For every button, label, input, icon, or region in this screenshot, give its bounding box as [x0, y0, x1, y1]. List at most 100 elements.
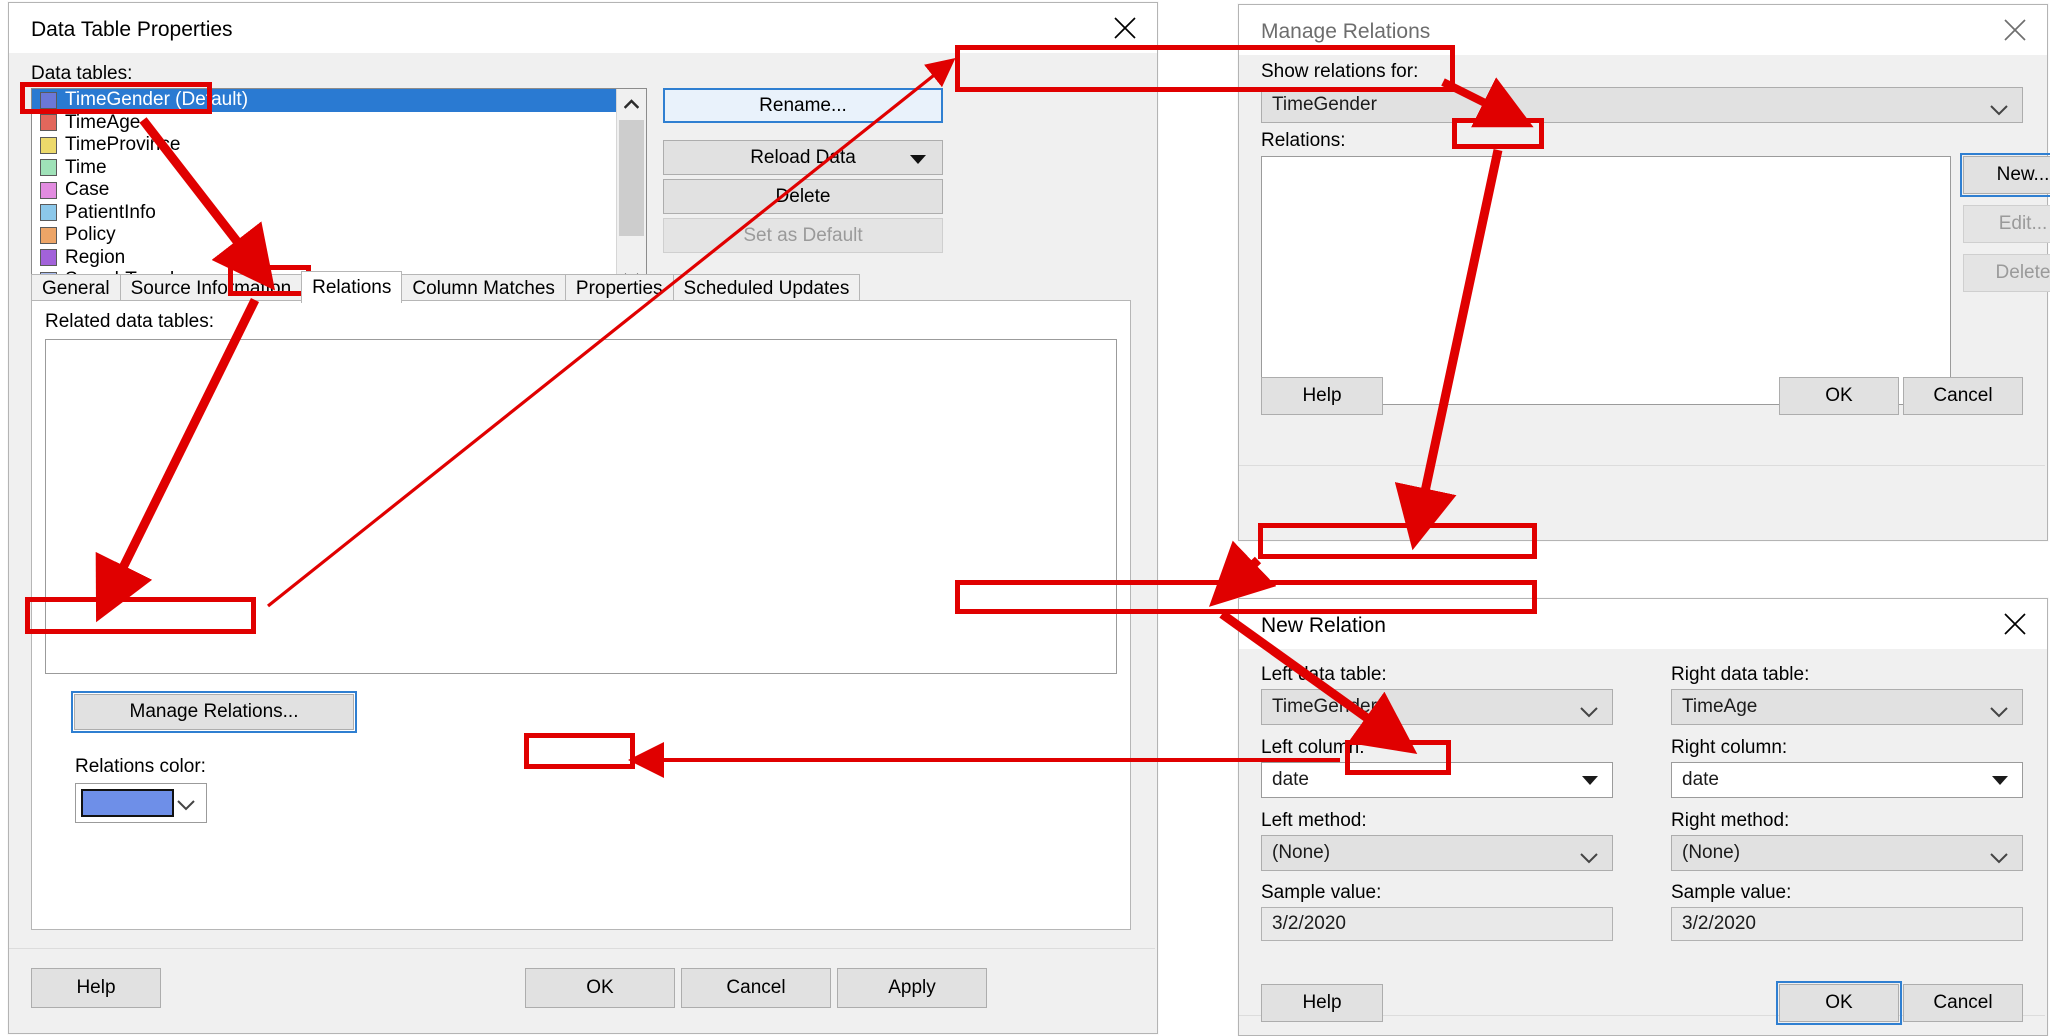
- list-item[interactable]: TimeGender (Default): [32, 89, 616, 112]
- relations-label: Relations:: [1261, 130, 1346, 151]
- right-column-value: date: [1682, 769, 1719, 790]
- chevron-down-icon[interactable]: [176, 798, 196, 816]
- chevron-down-icon[interactable]: [1582, 776, 1598, 785]
- arrow-right-table-to-left-column: [1208, 540, 1277, 607]
- dialog3-body: Left data table: TimeGender Right data t…: [1239, 649, 2047, 1035]
- new-relation-dialog: New Relation Left data table: TimeGender…: [1238, 598, 2048, 1036]
- relations-listbox[interactable]: [1261, 156, 1951, 405]
- chevron-down-icon[interactable]: [1579, 702, 1599, 724]
- right-sample-value-field[interactable]: 3/2/2020: [1671, 907, 2023, 941]
- apply-button[interactable]: Apply: [837, 968, 987, 1008]
- cancel-button[interactable]: Cancel: [681, 968, 831, 1008]
- show-relations-for-select[interactable]: TimeGender: [1261, 87, 2023, 123]
- reload-data-label: Reload Data: [750, 146, 856, 168]
- data-tables-list: TimeGender (Default) TimeAge TimeProvinc…: [32, 89, 616, 292]
- left-sample-value-field[interactable]: 3/2/2020: [1261, 907, 1613, 941]
- delete-relation-button: Delete: [1963, 254, 2050, 292]
- chevron-down-icon[interactable]: [910, 154, 926, 164]
- rename-button[interactable]: Rename...: [663, 88, 943, 123]
- right-data-table-select[interactable]: TimeAge: [1671, 689, 2023, 725]
- help-button[interactable]: Help: [1261, 984, 1383, 1022]
- list-item-label: PatientInfo: [65, 201, 156, 223]
- list-item[interactable]: Policy: [32, 224, 616, 247]
- left-data-table-select[interactable]: TimeGender: [1261, 689, 1613, 725]
- chevron-down-icon[interactable]: [1989, 100, 2009, 122]
- tab-properties[interactable]: Properties: [564, 274, 674, 303]
- dialog1-title: Data Table Properties: [31, 18, 233, 41]
- chevron-down-icon[interactable]: [1579, 848, 1599, 870]
- list-item[interactable]: TimeProvince: [32, 134, 616, 157]
- edit-relation-button: Edit...: [1963, 205, 2050, 243]
- close-icon[interactable]: [1983, 5, 2047, 55]
- help-button[interactable]: Help: [31, 968, 161, 1008]
- data-tables-listbox[interactable]: TimeGender (Default) TimeAge TimeProvinc…: [31, 88, 647, 293]
- scroll-up-icon[interactable]: [617, 89, 646, 118]
- set-as-default-button: Set as Default: [663, 218, 943, 253]
- list-item-label: Time: [65, 156, 107, 178]
- table-color-swatch: [40, 249, 57, 267]
- ok-button[interactable]: OK: [1776, 981, 1902, 1025]
- right-method-label: Right method:: [1671, 810, 1790, 831]
- dialog1-titlebar: Data Table Properties: [9, 3, 1157, 54]
- list-item[interactable]: TimeAge: [32, 112, 616, 135]
- related-data-tables-listbox[interactable]: [45, 339, 1117, 674]
- list-item[interactable]: PatientInfo: [32, 202, 616, 225]
- new-relation-button[interactable]: New...: [1960, 153, 2050, 197]
- table-color-swatch: [40, 91, 57, 109]
- table-color-swatch: [40, 136, 57, 154]
- reload-data-button[interactable]: Reload Data: [663, 140, 943, 175]
- tab-scheduled-updates[interactable]: Scheduled Updates: [672, 274, 861, 303]
- dialog2-body: Show relations for: TimeGender Relations…: [1239, 55, 2050, 540]
- left-column-value: date: [1272, 769, 1309, 790]
- help-button[interactable]: Help: [1261, 377, 1383, 415]
- left-data-table-label: Left data table:: [1261, 664, 1387, 685]
- right-data-table-label: Right data table:: [1671, 664, 1810, 685]
- relations-tab-panel: Related data tables: Manage Relations...…: [31, 300, 1131, 930]
- right-sample-value-label: Sample value:: [1671, 882, 1792, 903]
- left-column-label: Left column:: [1261, 737, 1365, 758]
- footer-divider: [1239, 465, 2045, 466]
- table-color-swatch: [40, 114, 57, 132]
- dialog3-title: New Relation: [1261, 614, 1386, 637]
- cancel-button[interactable]: Cancel: [1903, 984, 2023, 1022]
- ok-button[interactable]: OK: [525, 968, 675, 1008]
- tab-source-information[interactable]: Source Information: [119, 274, 303, 303]
- chevron-down-icon[interactable]: [1989, 848, 2009, 870]
- cancel-button[interactable]: Cancel: [1903, 377, 2023, 415]
- chevron-down-icon[interactable]: [1992, 776, 2008, 785]
- dialog2-titlebar: Manage Relations: [1239, 5, 2047, 56]
- left-method-select[interactable]: (None): [1261, 835, 1613, 871]
- related-data-tables-label: Related data tables:: [45, 311, 215, 332]
- relations-color-label: Relations color:: [75, 756, 206, 777]
- close-icon[interactable]: [1093, 3, 1157, 53]
- show-relations-for-value: TimeGender: [1272, 94, 1377, 115]
- dialog3-titlebar: New Relation: [1239, 599, 2047, 650]
- right-method-value: (None): [1682, 842, 1741, 863]
- relations-color-picker[interactable]: [75, 783, 207, 823]
- list-item[interactable]: Time: [32, 157, 616, 180]
- right-method-select[interactable]: (None): [1671, 835, 2023, 871]
- chevron-down-icon[interactable]: [1989, 702, 2009, 724]
- close-icon[interactable]: [1983, 599, 2047, 649]
- table-color-swatch: [40, 204, 57, 222]
- left-column-select[interactable]: date: [1261, 762, 1613, 798]
- list-item-label: TimeProvince: [65, 134, 181, 156]
- list-item-label: TimeAge: [65, 111, 141, 133]
- ok-button[interactable]: OK: [1779, 377, 1899, 415]
- list-item[interactable]: Region: [32, 247, 616, 270]
- list-item-label: Region: [65, 246, 126, 268]
- tab-strip: General Source Information Relations Col…: [31, 271, 861, 303]
- tab-general[interactable]: General: [31, 274, 121, 303]
- relations-color-swatch: [81, 789, 174, 817]
- tab-column-matches[interactable]: Column Matches: [401, 274, 566, 303]
- listbox-scrollbar[interactable]: [616, 89, 646, 292]
- left-sample-value-label: Sample value:: [1261, 882, 1382, 903]
- tab-relations[interactable]: Relations: [301, 271, 403, 303]
- delete-button[interactable]: Delete: [663, 179, 943, 214]
- list-item[interactable]: Case: [32, 179, 616, 202]
- list-item-label: Case: [65, 179, 110, 201]
- manage-relations-button[interactable]: Manage Relations...: [71, 691, 357, 733]
- left-data-table-value: TimeGender: [1272, 696, 1377, 717]
- scroll-thumb[interactable]: [619, 120, 644, 236]
- right-column-select[interactable]: date: [1671, 762, 2023, 798]
